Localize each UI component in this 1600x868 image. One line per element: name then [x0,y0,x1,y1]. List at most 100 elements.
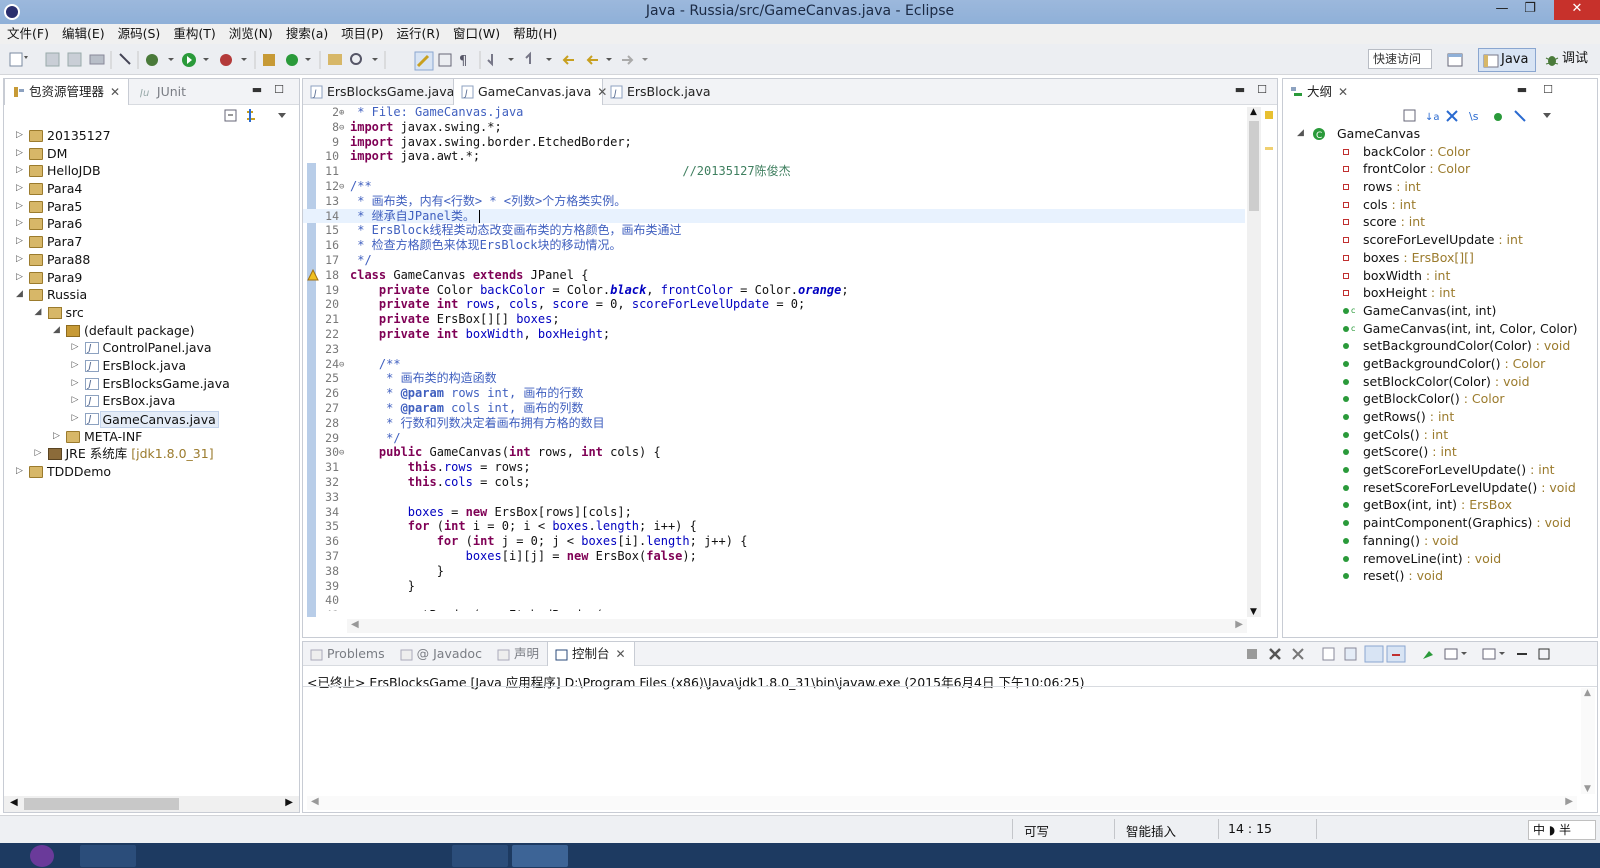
tree-item[interactable]: ▷ Para7 [4,233,299,251]
expand-toggle-icon[interactable]: ▷ [16,162,23,180]
menu-item[interactable]: 项目(P) [334,24,389,43]
expand-toggle-icon[interactable]: ▷ [16,145,23,163]
outline-member[interactable]: removeLine(int) : void [1283,550,1597,568]
tree-item[interactable]: ▷ ControlPanel.java [4,339,299,358]
expand-toggle-icon[interactable]: ◢ [53,322,60,340]
menu-item[interactable]: 重构(T) [166,24,221,43]
expand-toggle-icon[interactable]: ▷ [16,251,23,269]
tab-package-explorer[interactable]: 包资源管理器 ✕ [4,79,130,105]
tree-item[interactable]: ▷ HelloJDB [4,162,299,180]
tree-item[interactable]: ▷ ErsBlock.java [4,357,299,376]
tree-item[interactable]: ▷ Para6 [4,215,299,233]
taskbar-app-icon[interactable] [30,845,54,867]
vertical-scrollbar[interactable]: ▲ ▼ [1247,107,1261,617]
outline-toolbar[interactable]: ↓a \s [1401,107,1597,125]
open-perspective-icon[interactable] [1446,50,1466,70]
close-button[interactable]: ✕ [1554,0,1600,20]
outline-member[interactable]: backColor : Color [1283,143,1597,161]
menu-item[interactable]: 搜索(a) [279,24,334,43]
maximize-view-icon[interactable]: ☐ [272,84,286,98]
code-area[interactable]: 2 ⊕ * File: GameCanvas.java 8 ⊖ import javax… [303,105,1245,611]
tree-item[interactable]: ▷ Para5 [4,198,299,216]
expand-toggle-icon[interactable]: ▷ [16,180,23,198]
tree-item[interactable]: ▷ ErsBox.java [4,392,299,411]
outline-member[interactable]: scoreForLevelUpdate : int [1283,231,1597,249]
tree-item[interactable]: ▷ ErsBlocksGame.java [4,375,299,394]
outline-member[interactable]: getScoreForLevelUpdate() : int [1283,461,1597,479]
quick-access-input[interactable]: 快速访问 [1368,49,1432,69]
expand-toggle-icon[interactable]: ▷ [72,410,79,428]
outline-member[interactable]: score : int [1283,213,1597,231]
maximize-button[interactable]: ❐ [1516,0,1544,20]
outline-member[interactable]: getRows() : int [1283,408,1597,426]
menu-item[interactable]: 窗口(W) [446,24,506,43]
tree-item[interactable]: ▷ Para88 [4,251,299,269]
toolbar-icons[interactable]: ¶ [0,44,660,75]
tab-outline[interactable]: 大纲 ✕ [1283,79,1356,105]
bottom-tab[interactable]: @ Javadoc [393,642,490,666]
tree-item[interactable]: ◢ Russia [4,286,299,304]
menu-item[interactable]: 源码(S) [111,24,167,43]
tab-junit[interactable]: Ju JUnit [133,79,194,105]
expand-toggle-icon[interactable]: ◢ [16,286,23,304]
tree-item[interactable]: ◢ src [4,304,299,322]
fold-toggle-icon[interactable]: ⊕ [339,106,344,121]
outline-member[interactable]: cols : int [1283,196,1597,214]
editor-tab[interactable]: J ErsBlocksGame.java [303,79,454,105]
outline-member[interactable]: setBackgroundColor(Color) : void [1283,337,1597,355]
expand-toggle-icon[interactable]: ▷ [72,357,79,375]
close-tab-icon[interactable]: ✕ [110,85,120,99]
minimize-view-icon[interactable]: ▬ [250,84,264,98]
tree-item[interactable]: ▷ TDDDemo [4,463,299,481]
outline-member[interactable]: c GameCanvas(int, int) [1283,302,1597,320]
console-toolbar[interactable] [1243,645,1593,663]
fold-toggle-icon[interactable]: ⊖ [339,180,344,195]
fold-toggle-icon[interactable]: ⊖ [339,358,344,373]
outline-member[interactable]: getBox(int, int) : ErsBox [1283,496,1597,514]
bottom-tab[interactable]: 控制台 ✕ [546,642,635,666]
expand-toggle-icon[interactable]: ▷ [16,127,23,145]
outline-member[interactable]: setBlockColor(Color) : void [1283,373,1597,391]
maximize-editor-icon[interactable]: ☐ [1255,84,1269,98]
horizontal-scrollbar[interactable]: ◀ ▶ [4,796,299,812]
menu-item[interactable]: 浏览(N) [222,24,279,43]
outline-root[interactable]: ◢ C GameCanvas [1283,125,1597,143]
tree-item[interactable]: ▷ JRE 系统库 [jdk1.8.0_31] [4,445,299,463]
expand-toggle-icon[interactable]: ▷ [35,445,42,463]
outline-member[interactable]: paintComponent(Graphics) : void [1283,514,1597,532]
tree-item[interactable]: ▷ DM [4,145,299,163]
menu-item[interactable]: 帮助(H) [506,24,563,43]
outline-member[interactable]: resetScoreForLevelUpdate() : void [1283,479,1597,497]
minimize-button[interactable]: — [1488,0,1516,20]
outline-member[interactable]: getBackgroundColor() : Color [1283,355,1597,373]
perspective-debug-button[interactable]: 调试 [1540,48,1596,72]
expand-toggle-icon[interactable]: ◢ [35,304,42,322]
expand-toggle-icon[interactable]: ▷ [16,215,23,233]
maximize-outline-icon[interactable]: ☐ [1541,84,1555,98]
minimize-outline-icon[interactable]: ▬ [1515,84,1529,98]
ime-indicator[interactable]: 中 ◗ 半 [1528,820,1596,840]
view-toolbar[interactable] [222,107,297,125]
outline-member[interactable]: getScore() : int [1283,443,1597,461]
outline-member[interactable]: boxHeight : int [1283,284,1597,302]
tree-item[interactable]: ▷ GameCanvas.java [4,410,299,429]
bottom-tab[interactable]: Problems [303,642,393,666]
fold-toggle-icon[interactable]: ⊖ [339,446,344,461]
expand-toggle-icon[interactable]: ▷ [16,463,23,481]
close-tab-icon[interactable]: ✕ [616,647,626,661]
tree-item[interactable]: ▷ Para4 [4,180,299,198]
expand-toggle-icon[interactable]: ◢ [1297,125,1304,143]
outline-member[interactable]: fanning() : void [1283,532,1597,550]
console-horizontal-scrollbar[interactable]: ◀ ▶ [307,796,1577,810]
bottom-tab[interactable]: 声明 [490,642,547,666]
minimize-editor-icon[interactable]: ▬ [1233,84,1247,98]
outline-member[interactable]: frontColor : Color [1283,160,1597,178]
editor-tab[interactable]: J ErsBlock.java [603,79,753,105]
perspective-java-button[interactable]: Java [1478,48,1536,72]
taskbar-app-icon[interactable] [452,845,508,867]
tree-item[interactable]: ▷ 20135127 [4,127,299,145]
expand-toggle-icon[interactable]: ▷ [16,198,23,216]
outline-member[interactable]: boxWidth : int [1283,267,1597,285]
expand-toggle-icon[interactable]: ▷ [72,375,79,393]
scroll-thumb[interactable] [1249,121,1259,211]
